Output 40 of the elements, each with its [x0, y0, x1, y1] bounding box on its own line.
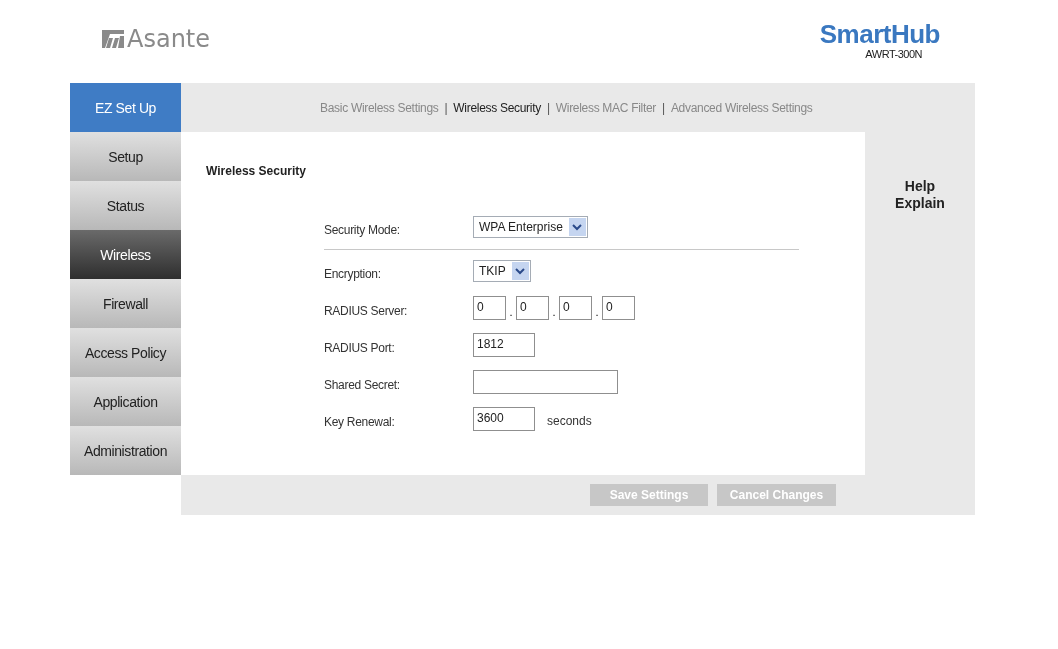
product-logo-text: SmartHub: [819, 20, 940, 48]
caret-icon: [511, 261, 529, 280]
sidebar-item[interactable]: Firewall: [70, 279, 181, 328]
ip-separator: .: [508, 304, 514, 318]
help-title: Help: [904, 178, 936, 195]
section-title: Wireless Security: [206, 164, 307, 178]
subnav-link[interactable]: Wireless Security: [453, 100, 541, 115]
ip-octet-field[interactable]: 0: [516, 295, 549, 320]
ip-separator: .: [551, 304, 557, 318]
sidebar-item[interactable]: Administration: [70, 426, 181, 475]
ip-octet-field[interactable]: 0: [559, 295, 592, 320]
field-label: Security Mode:: [324, 221, 401, 237]
separator: |: [546, 100, 550, 115]
sidebar-item[interactable]: Access Policy: [70, 328, 181, 377]
field-label: Encryption:: [324, 265, 382, 281]
dropdown[interactable]: WPA Enterprise: [473, 215, 588, 238]
field-label: Key Renewal:: [324, 413, 396, 429]
separator: |: [444, 100, 448, 115]
caret-icon: [568, 217, 586, 236]
unit-label: seconds: [547, 412, 592, 428]
brand-logo-text: Asante: [127, 25, 210, 53]
ip-octet-field[interactable]: 0: [602, 295, 635, 320]
ip-separator: .: [594, 304, 600, 318]
ip-octet-field[interactable]: 0: [473, 295, 506, 320]
input-field[interactable]: 3600: [473, 406, 535, 431]
dropdown[interactable]: TKIP: [473, 259, 531, 282]
input-field[interactable]: [473, 369, 618, 394]
sidebar-item[interactable]: Wireless: [70, 230, 181, 279]
separator: |: [662, 100, 665, 115]
sidebar-item[interactable]: Setup: [70, 132, 181, 181]
field-label: RADIUS Server:: [324, 302, 409, 318]
logo-icon: [102, 30, 124, 48]
sidebar-item[interactable]: EZ Set Up: [70, 83, 181, 132]
sidebar-item[interactable]: Application: [70, 377, 181, 426]
model-number: AWRT-300N: [865, 48, 922, 60]
field-label: Shared Secret:: [324, 376, 401, 392]
field-label: RADIUS Port:: [324, 339, 396, 355]
sidebar-item[interactable]: Status: [70, 181, 181, 230]
input-field[interactable]: 1812: [473, 332, 535, 357]
explain-link[interactable]: Explain: [895, 195, 945, 212]
